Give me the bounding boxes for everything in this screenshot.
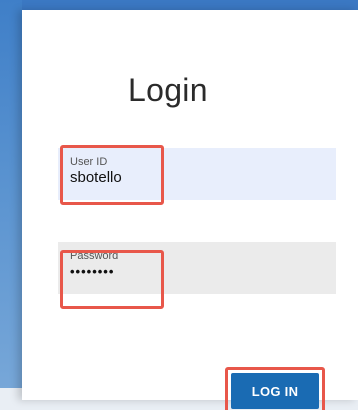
- login-page: Login User ID sbotello Password ••••••••…: [0, 0, 358, 410]
- password-highlight-box: [60, 250, 164, 309]
- page-title: Login: [128, 72, 208, 108]
- user-id-highlight-box: [60, 145, 164, 205]
- background-top-strip: [0, 0, 358, 10]
- background-left-strip: [0, 0, 22, 410]
- log-in-highlight-box: [225, 367, 325, 410]
- login-card: Login: [22, 10, 358, 400]
